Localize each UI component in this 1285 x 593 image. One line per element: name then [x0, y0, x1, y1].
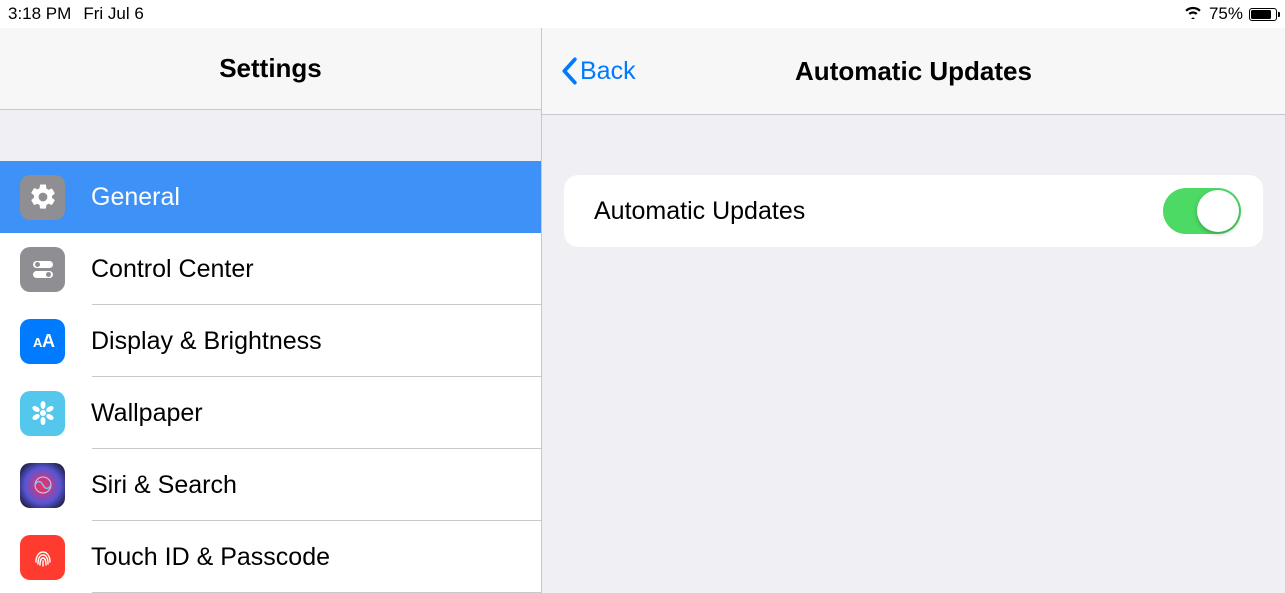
row-label: Automatic Updates	[594, 197, 805, 226]
status-date: Fri Jul 6	[83, 4, 143, 24]
status-bar: 3:18 PM Fri Jul 6 75%	[0, 0, 1285, 28]
sidebar-item-label: General	[91, 183, 180, 212]
sidebar-item-control-center[interactable]: Control Center	[0, 233, 541, 305]
sidebar-item-label: Control Center	[91, 255, 254, 284]
sidebar-item-label: Wallpaper	[91, 399, 203, 428]
fingerprint-icon	[20, 535, 65, 580]
sidebar-item-label: Touch ID & Passcode	[91, 543, 330, 572]
switches-icon	[20, 247, 65, 292]
back-label: Back	[580, 57, 636, 86]
svg-text:A: A	[42, 331, 55, 351]
gear-icon	[20, 175, 65, 220]
sidebar-item-general[interactable]: General	[0, 161, 541, 233]
siri-icon	[20, 463, 65, 508]
detail-header: Back Automatic Updates	[542, 28, 1285, 115]
sidebar-item-display-brightness[interactable]: A A Display & Brightness	[0, 305, 541, 377]
automatic-updates-row: Automatic Updates	[564, 175, 1263, 247]
sidebar-item-label: Siri & Search	[91, 471, 237, 500]
sidebar-item-label: Display & Brightness	[91, 327, 322, 356]
back-button[interactable]: Back	[560, 28, 636, 114]
sidebar-item-wallpaper[interactable]: Wallpaper	[0, 377, 541, 449]
sidebar-title-label: Settings	[219, 53, 322, 84]
status-time: 3:18 PM	[8, 4, 71, 24]
sidebar: Settings General Control Ce	[0, 28, 542, 593]
detail-title: Automatic Updates	[795, 56, 1032, 87]
sidebar-item-siri-search[interactable]: Siri & Search	[0, 449, 541, 521]
wifi-icon	[1183, 4, 1203, 24]
battery-icon	[1249, 8, 1277, 21]
sidebar-item-touch-id[interactable]: Touch ID & Passcode	[0, 521, 541, 593]
sidebar-title: Settings	[0, 28, 541, 110]
automatic-updates-toggle[interactable]	[1163, 188, 1241, 234]
text-size-icon: A A	[20, 319, 65, 364]
battery-percent: 75%	[1209, 4, 1243, 24]
detail-pane: Back Automatic Updates Automatic Updates	[542, 28, 1285, 593]
chevron-left-icon	[560, 57, 578, 85]
flower-icon	[20, 391, 65, 436]
